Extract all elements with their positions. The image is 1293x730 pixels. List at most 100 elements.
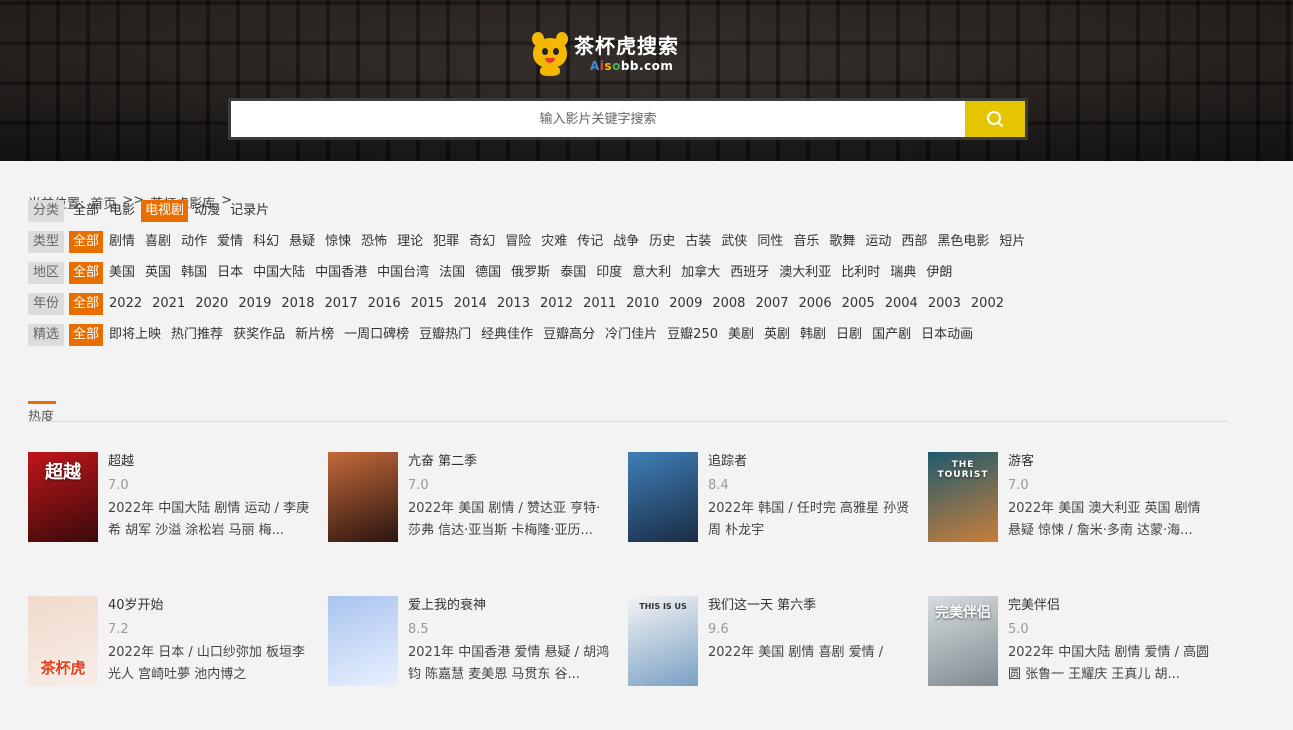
filter-option[interactable]: 英剧	[760, 324, 794, 346]
filter-option[interactable]: 短片	[995, 231, 1029, 253]
movie-title[interactable]: 游客	[1008, 452, 1213, 472]
filter-option[interactable]: 日本	[213, 262, 247, 284]
filter-option[interactable]: 2008	[708, 293, 749, 315]
filter-option[interactable]: 全部	[69, 231, 104, 253]
site-logo[interactable]: 茶杯虎搜索 Aisobb.com	[530, 32, 679, 76]
filter-option[interactable]: 2012	[536, 293, 577, 315]
filter-option[interactable]: 科幻	[249, 231, 283, 253]
filter-option[interactable]: 2019	[234, 293, 275, 315]
filter-option[interactable]: 俄罗斯	[507, 262, 554, 284]
filter-option[interactable]: 即将上映	[105, 324, 165, 346]
filter-option[interactable]: 喜剧	[141, 231, 175, 253]
movie-poster[interactable]: THIS IS US	[628, 596, 698, 686]
filter-option[interactable]: 2017	[321, 293, 362, 315]
filter-option[interactable]: 德国	[471, 262, 505, 284]
filter-option[interactable]: 2003	[924, 293, 965, 315]
filter-option[interactable]: 犯罪	[429, 231, 463, 253]
filter-option[interactable]: 战争	[609, 231, 643, 253]
movie-card[interactable]: 亢奋 第二季 7.0 2022年 美国 剧情 / 赞达亚 亨特·莎弗 信达·亚当斯 …	[328, 452, 618, 544]
filter-option[interactable]: 澳大利亚	[775, 262, 835, 284]
filter-option[interactable]: 全部	[69, 200, 103, 222]
filter-option[interactable]: 印度	[592, 262, 626, 284]
filter-option[interactable]: 全部	[69, 293, 104, 315]
movie-poster[interactable]	[328, 452, 398, 542]
filter-option[interactable]: 运动	[861, 231, 895, 253]
filter-option[interactable]: 加拿大	[677, 262, 724, 284]
filter-option[interactable]: 电影	[105, 200, 139, 222]
movie-card[interactable]: THE TOURIST 游客 7.0 2022年 美国 澳大利亚 英国 剧情 悬疑 惊…	[928, 452, 1218, 544]
filter-option[interactable]: 英国	[141, 262, 175, 284]
filter-option[interactable]: 中国香港	[311, 262, 371, 284]
filter-option[interactable]: 爱情	[213, 231, 247, 253]
filter-option[interactable]: 意大利	[628, 262, 675, 284]
movie-title[interactable]: 追踪者	[708, 452, 913, 472]
filter-option[interactable]: 武侠	[717, 231, 751, 253]
filter-option[interactable]: 豆瓣热门	[415, 324, 475, 346]
movie-title[interactable]: 超越	[108, 452, 313, 472]
filter-option[interactable]: 2004	[881, 293, 922, 315]
filter-option[interactable]: 2014	[450, 293, 491, 315]
movie-card[interactable]: 爱上我的衰神 8.5 2021年 中国香港 爱情 悬疑 / 胡鸿钧 陈嘉慧 麦美恩 …	[328, 596, 618, 688]
filter-option[interactable]: 历史	[645, 231, 679, 253]
movie-poster[interactable]: 茶杯虎	[28, 596, 98, 686]
movie-card[interactable]: 茶杯虎 40岁开始 7.2 2022年 日本 / 山口纱弥加 板垣李光人 宫崎吐夢 池…	[28, 596, 318, 688]
filter-option[interactable]: 2013	[493, 293, 534, 315]
movie-card[interactable]: 追踪者 8.4 2022年 韩国 / 任时完 高雅星 孙贤周 朴龙宇	[628, 452, 918, 544]
filter-option[interactable]: 新片榜	[291, 324, 338, 346]
filter-option[interactable]: 全部	[69, 324, 104, 346]
filter-option[interactable]: 热门推荐	[167, 324, 227, 346]
filter-option[interactable]: 2016	[364, 293, 405, 315]
movie-title[interactable]: 爱上我的衰神	[408, 596, 613, 616]
filter-option[interactable]: 美剧	[724, 324, 758, 346]
filter-option[interactable]: 2010	[622, 293, 663, 315]
filter-option[interactable]: 剧情	[105, 231, 139, 253]
filter-option[interactable]: 获奖作品	[229, 324, 289, 346]
filter-option[interactable]: 2022	[105, 293, 146, 315]
filter-option[interactable]: 灾难	[537, 231, 571, 253]
filter-option[interactable]: 2021	[148, 293, 189, 315]
filter-option[interactable]: 悬疑	[285, 231, 319, 253]
filter-option[interactable]: 日本动画	[917, 324, 977, 346]
filter-option[interactable]: 一周口碑榜	[340, 324, 413, 346]
movie-card[interactable]: THIS IS US 我们这一天 第六季 9.6 2022年 美国 剧情 喜剧 爱情 …	[628, 596, 918, 688]
movie-poster[interactable]: THE TOURIST	[928, 452, 998, 542]
filter-option[interactable]: 比利时	[837, 262, 884, 284]
filter-option[interactable]: 惊悚	[321, 231, 355, 253]
filter-option[interactable]: 2020	[191, 293, 232, 315]
filter-option[interactable]: 传记	[573, 231, 607, 253]
filter-option[interactable]: 国产剧	[868, 324, 915, 346]
filter-option[interactable]: 冒险	[501, 231, 535, 253]
filter-option[interactable]: 豆瓣250	[663, 324, 722, 346]
filter-option[interactable]: 2018	[277, 293, 318, 315]
filter-option[interactable]: 日剧	[832, 324, 866, 346]
filter-option[interactable]: 奇幻	[465, 231, 499, 253]
filter-option[interactable]: 西部	[897, 231, 931, 253]
filter-option[interactable]: 2009	[665, 293, 706, 315]
filter-option[interactable]: 2011	[579, 293, 620, 315]
filter-option[interactable]: 西班牙	[726, 262, 773, 284]
movie-poster[interactable]	[628, 452, 698, 542]
filter-option[interactable]: 同性	[753, 231, 787, 253]
filter-option[interactable]: 2006	[795, 293, 836, 315]
search-input[interactable]	[231, 101, 965, 137]
movie-title[interactable]: 40岁开始	[108, 596, 313, 616]
search-button[interactable]	[965, 101, 1025, 137]
filter-option[interactable]: 全部	[69, 262, 104, 284]
movie-card[interactable]: 超越 超越 7.0 2022年 中国大陆 剧情 运动 / 李庚希 胡军 沙溢 涂松岩 …	[28, 452, 318, 544]
filter-option[interactable]: 2005	[838, 293, 879, 315]
filter-option[interactable]: 理论	[393, 231, 427, 253]
filter-option[interactable]: 歌舞	[825, 231, 859, 253]
filter-option[interactable]: 音乐	[789, 231, 823, 253]
filter-option[interactable]: 2007	[751, 293, 792, 315]
movie-card[interactable]: 完美伴侣 完美伴侣 5.0 2022年 中国大陆 剧情 爱情 / 高圆圆 张鲁一 王耀…	[928, 596, 1218, 688]
filter-option[interactable]: 动漫	[190, 200, 224, 222]
filter-option[interactable]: 中国大陆	[249, 262, 309, 284]
filter-option[interactable]: 电视剧	[141, 200, 189, 222]
filter-option[interactable]: 泰国	[556, 262, 590, 284]
filter-option[interactable]: 2015	[407, 293, 448, 315]
filter-option[interactable]: 韩国	[177, 262, 211, 284]
filter-option[interactable]: 动作	[177, 231, 211, 253]
filter-option[interactable]: 瑞典	[886, 262, 920, 284]
movie-title[interactable]: 我们这一天 第六季	[708, 596, 913, 616]
movie-title[interactable]: 完美伴侣	[1008, 596, 1213, 616]
